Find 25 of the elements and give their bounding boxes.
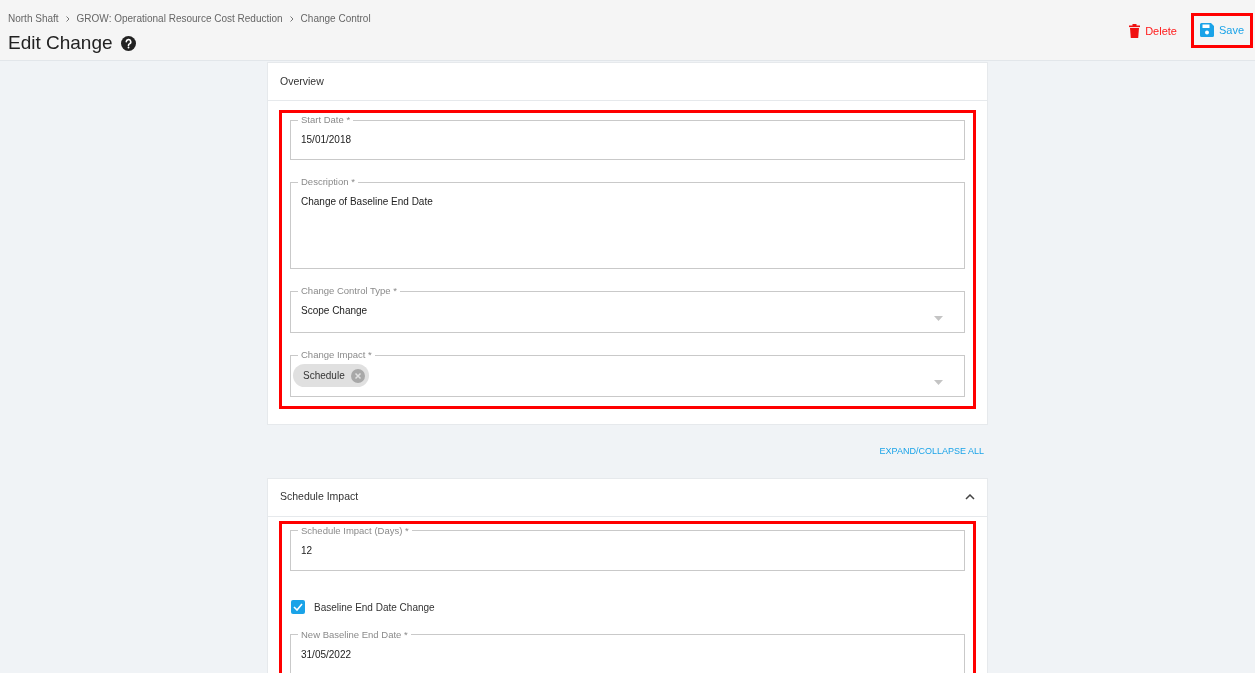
- multi-select-field[interactable]: Change Impact * Schedule: [290, 349, 965, 397]
- help-icon[interactable]: [120, 35, 136, 51]
- trash-icon: [1129, 24, 1141, 39]
- tag-label: Schedule: [303, 369, 345, 383]
- checkbox-label[interactable]: Baseline End Date Change: [314, 599, 435, 615]
- text-field[interactable]: New Baseline End Date * 31/05/2022: [290, 628, 965, 673]
- checkbox[interactable]: [291, 600, 305, 614]
- page-title: Edit Change: [8, 31, 113, 55]
- breadcrumb-link[interactable]: North Shaft: [8, 11, 59, 26]
- text-field[interactable]: Start Date * 15/01/2018: [290, 114, 965, 160]
- description-field[interactable]: Description * Change of Baseline End Date: [290, 176, 965, 269]
- chevron-up-icon[interactable]: [965, 494, 975, 500]
- chevron-icon: [289, 15, 294, 22]
- tag-chip[interactable]: Schedule: [293, 364, 369, 387]
- section-title: Schedule Impact: [280, 489, 359, 505]
- dropdown-caret-icon[interactable]: [934, 316, 943, 321]
- delete-button[interactable]: Delete: [1129, 23, 1177, 40]
- section-title: Overview: [280, 73, 324, 89]
- chevron-icon: [65, 15, 70, 22]
- breadcrumb-link[interactable]: GROW: Operational Resource Cost Reduction: [76, 11, 283, 26]
- breadcrumb-link[interactable]: Change Control: [300, 11, 371, 26]
- text-field[interactable]: Schedule Impact (Days) * 12: [290, 524, 965, 571]
- dropdown-caret-icon[interactable]: [934, 380, 943, 385]
- dropdown-field[interactable]: Change Control Type * Scope Change: [290, 285, 965, 333]
- remove-icon[interactable]: [350, 368, 365, 383]
